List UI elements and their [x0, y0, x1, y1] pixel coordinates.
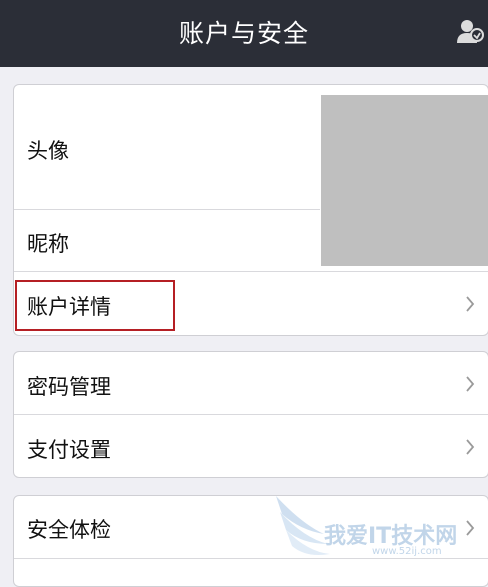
chevron-right-icon: [466, 296, 475, 312]
security-check-label: 安全体检: [27, 518, 111, 542]
password-management-label: 密码管理: [27, 375, 111, 399]
watermark-url: www.52ij.com: [372, 546, 442, 557]
chevron-right-icon: [466, 439, 475, 455]
chevron-right-icon: [466, 376, 475, 392]
avatar-label: 头像: [27, 139, 69, 163]
payment-settings-label: 支付设置: [27, 438, 111, 462]
payment-settings-row[interactable]: 支付设置: [14, 415, 488, 477]
wing-logo-icon: [276, 496, 330, 555]
nickname-label: 昵称: [27, 232, 69, 256]
site-watermark: 我爱IT技术网 www.52ij.com: [272, 494, 488, 568]
nav-bar: 账户与安全: [0, 0, 488, 67]
password-management-row[interactable]: 密码管理: [14, 352, 488, 414]
security-settings-group: 密码管理 支付设置: [13, 351, 488, 478]
account-switch-icon[interactable]: [456, 18, 484, 44]
highlight-annotation: [15, 280, 175, 331]
page-title: 账户与安全: [178, 19, 309, 48]
avatar-image[interactable]: [321, 95, 488, 266]
